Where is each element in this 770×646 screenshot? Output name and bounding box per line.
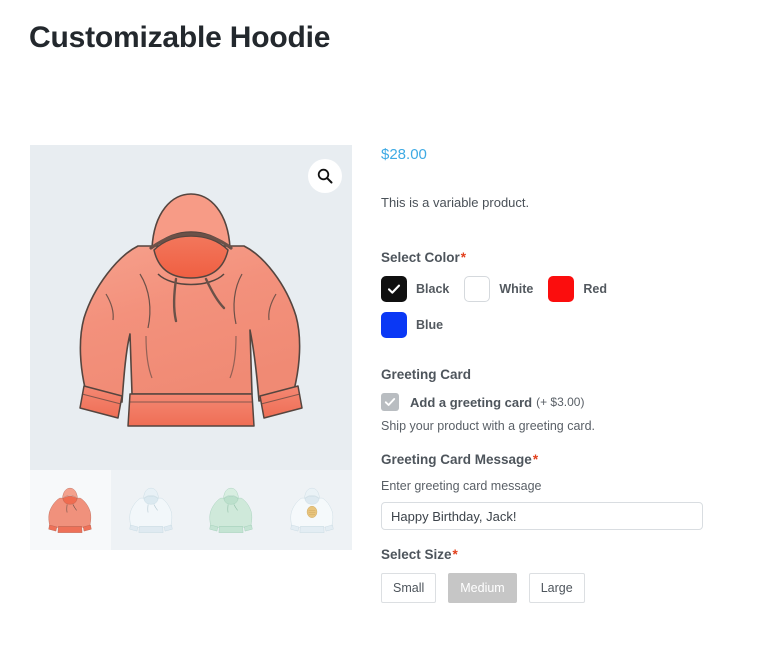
thumbnail-hoodie-white-blue[interactable] [110, 470, 191, 550]
greeting-card-message-sublabel: Enter greeting card message [381, 479, 542, 493]
color-swatch-red[interactable] [548, 276, 575, 302]
select-size-label: Select Size* [381, 546, 711, 564]
color-swatch-list: Black White Red Blue [381, 276, 671, 348]
greeting-card-field: Greeting Card Add a greeting card (+ $3.… [381, 366, 711, 435]
thumbnail-hoodie-mint[interactable] [191, 470, 272, 550]
select-color-label-text: Select Color [381, 250, 460, 265]
color-option-black[interactable]: Black [381, 276, 449, 302]
add-greeting-card-checkbox[interactable] [381, 393, 399, 411]
color-label-white: White [499, 282, 534, 296]
greeting-card-message-input[interactable] [381, 502, 703, 530]
color-swatch-blue[interactable] [381, 312, 407, 338]
color-label-blue: Blue [416, 318, 444, 332]
color-swatch-black[interactable] [381, 276, 407, 302]
hoodie-illustration [79, 192, 303, 427]
product-price: $28.00 [381, 146, 427, 163]
product-gallery [30, 145, 352, 550]
greeting-card-help-text: Ship your product with a greeting card. [381, 419, 596, 433]
size-option-list: Small Medium Large [381, 573, 711, 603]
color-label-red: Red [583, 282, 608, 296]
zoom-button[interactable] [308, 159, 342, 193]
add-greeting-card-price: (+ $3.00) [536, 395, 585, 409]
size-option-medium[interactable]: Medium [448, 573, 517, 603]
hoodie-thumb-icon [209, 487, 253, 533]
select-size-label-text: Select Size [381, 547, 452, 562]
search-icon [317, 168, 333, 184]
hoodie-thumb-icon [129, 487, 173, 533]
required-asterisk: * [460, 250, 467, 265]
greeting-card-message-label-text: Greeting Card Message [381, 452, 532, 467]
short-description: This is a variable product. [381, 195, 530, 210]
size-option-large[interactable]: Large [528, 573, 585, 603]
hoodie-thumb-icon [290, 487, 334, 533]
required-asterisk: * [532, 452, 539, 467]
color-option-red[interactable]: Red [548, 276, 607, 302]
add-greeting-card-checkbox-row[interactable]: Add a greeting card (+ $3.00) [381, 393, 711, 411]
color-option-blue[interactable]: Blue [381, 312, 443, 338]
select-color-field: Select Color* Black White Red Blue [381, 249, 711, 348]
color-label-black: Black [416, 282, 450, 296]
check-icon [387, 284, 401, 294]
color-swatch-white[interactable] [464, 276, 491, 302]
select-size-field: Select Size* Small Medium Large [381, 546, 711, 603]
product-summary: $28.00 This is a variable product. Selec… [381, 145, 711, 603]
add-greeting-card-label: Add a greeting card [410, 394, 533, 410]
hoodie-thumb-icon [48, 487, 92, 533]
greeting-card-label: Greeting Card [381, 367, 472, 382]
color-option-white[interactable]: White [464, 276, 533, 302]
select-color-label: Select Color* [381, 249, 711, 267]
check-icon [384, 398, 396, 406]
required-asterisk: * [452, 547, 458, 562]
thumbnail-strip [30, 470, 352, 550]
page-title: Customizable Hoodie [29, 21, 331, 54]
greeting-card-message-field: Greeting Card Message* Enter greeting ca… [381, 451, 711, 530]
main-product-image[interactable] [30, 145, 352, 470]
thumbnail-hoodie-coral[interactable] [30, 470, 111, 550]
emblem-icon [306, 505, 317, 518]
size-option-small[interactable]: Small [381, 573, 437, 603]
greeting-card-message-label: Greeting Card Message* [381, 451, 711, 469]
thumbnail-hoodie-white-emblem[interactable] [271, 470, 352, 550]
